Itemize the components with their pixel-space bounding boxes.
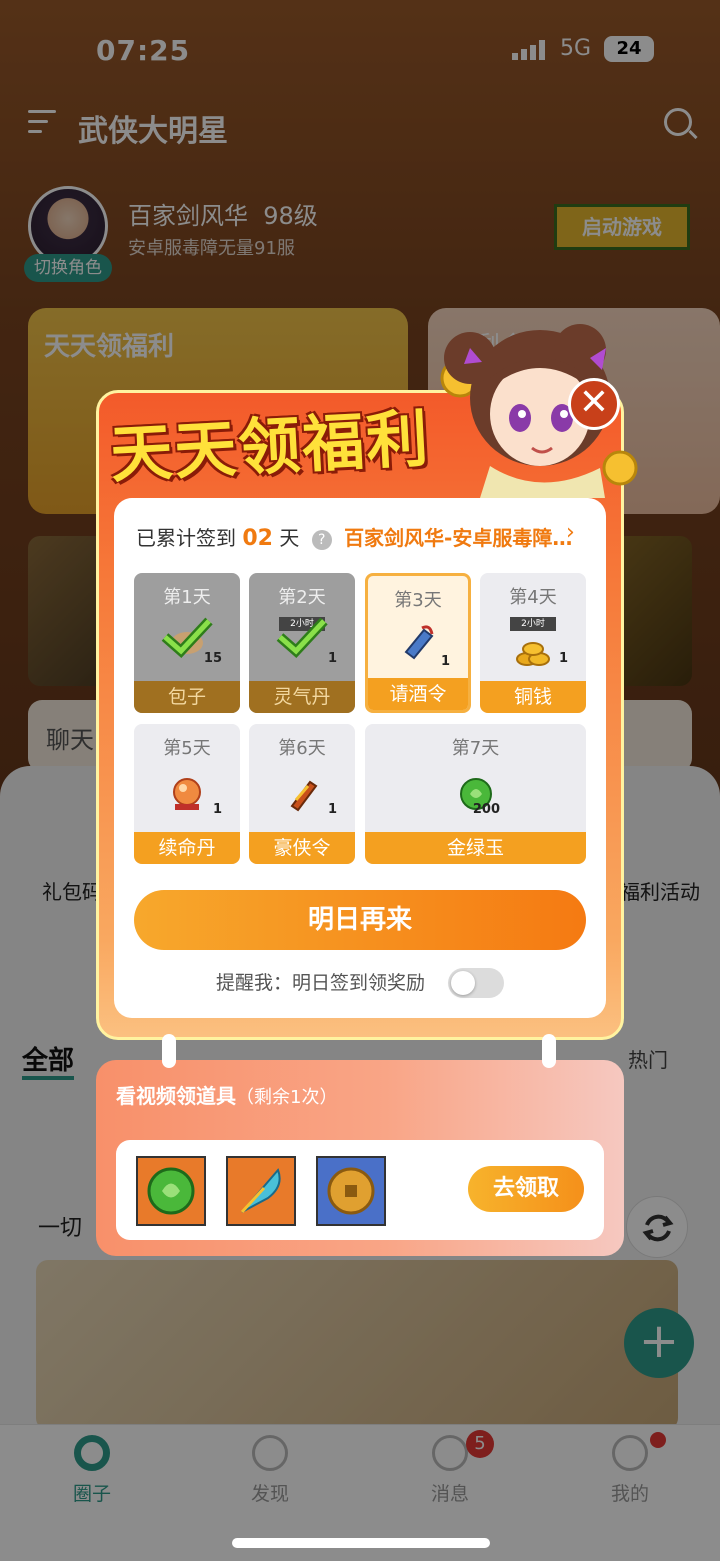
signin-prefix: 已累计签到 <box>136 526 236 550</box>
coin-icon <box>316 1156 386 1226</box>
item-qty: 1 <box>212 802 222 817</box>
toggle-knob <box>451 971 475 995</box>
day-card-5: 第5天 1 续命丹 <box>134 724 240 864</box>
day-card-1: 第1天 15 包子 <box>134 573 240 713</box>
home-indicator[interactable] <box>232 1538 490 1548</box>
day-card-2: 第2天 2小时 1 灵气丹 <box>249 573 355 713</box>
day-card-7: 第7天 200 金绿玉 <box>365 724 586 864</box>
feather-icon <box>226 1156 296 1226</box>
item-qty: 1 <box>440 654 450 669</box>
help-icon[interactable]: ? <box>311 529 332 550</box>
item-qty: 1 <box>327 651 337 666</box>
day-card-3[interactable]: 第3天 1 请酒令 <box>365 573 471 713</box>
day-label: 第2天 <box>278 587 326 608</box>
remind-toggle[interactable] <box>448 968 504 998</box>
signin-unit: 天 <box>279 526 300 550</box>
remind-label: 提醒我：明日签到领奖励 <box>216 972 426 994</box>
day-label: 第7天 <box>451 738 500 759</box>
item-qty: 15 <box>203 651 222 666</box>
day-label: 第6天 <box>278 738 326 759</box>
day-label: 第3天 <box>394 590 442 611</box>
server-link[interactable]: 百家剑风华-安卓服毒障… <box>344 526 572 550</box>
video-title-text: 看视频领道具 <box>116 1084 236 1108</box>
check-icon <box>276 617 328 658</box>
close-icon[interactable]: ✕ <box>568 378 620 430</box>
day-card-6: 第6天 1 豪侠令 <box>249 724 355 864</box>
come-back-tomorrow-button[interactable]: 明日再来 <box>134 890 586 950</box>
signin-days: 02 <box>242 526 273 551</box>
item-qty: 1 <box>558 651 568 666</box>
popup-title: 天天领福利 <box>108 401 432 492</box>
item-name: 续命丹 <box>134 832 240 864</box>
connector <box>542 1034 556 1068</box>
jade-icon <box>136 1156 206 1226</box>
token-icon <box>404 625 434 660</box>
item-name: 铜钱 <box>480 681 586 713</box>
video-title: 看视频领道具（剩余1次） <box>116 1080 337 1109</box>
coins-icon <box>516 642 550 666</box>
video-items: 去领取 <box>116 1140 604 1240</box>
signin-panel: 已累计签到 02 天 ? 百家剑风华-安卓服毒障… › 第1天 15 包子 第2… <box>114 498 606 1018</box>
item-name: 请酒令 <box>368 678 468 710</box>
item-name: 灵气丹 <box>249 681 355 713</box>
item-qty: 200 <box>472 802 500 817</box>
duration-tag: 2小时 <box>510 617 556 631</box>
day-label: 第4天 <box>509 587 557 608</box>
item-name: 豪侠令 <box>249 832 355 864</box>
day-label: 第5天 <box>163 738 211 759</box>
item-name: 包子 <box>134 681 240 713</box>
video-remaining: （剩余1次） <box>236 1087 338 1108</box>
connector <box>162 1034 176 1068</box>
claim-button[interactable]: 去领取 <box>468 1166 584 1212</box>
day-label: 第1天 <box>163 587 211 608</box>
scroll-icon <box>290 780 318 812</box>
orb-icon <box>173 778 201 810</box>
item-name: 金绿玉 <box>365 832 586 864</box>
video-reward-panel: 看视频领道具（剩余1次） 去领取 <box>96 1060 624 1256</box>
chevron-right-icon[interactable]: › <box>566 520 575 545</box>
signin-summary: 已累计签到 02 天 ? 百家剑风华-安卓服毒障… <box>136 522 572 551</box>
day-card-4: 第4天 2小时 1 铜钱 <box>480 573 586 713</box>
item-qty: 1 <box>327 802 337 817</box>
